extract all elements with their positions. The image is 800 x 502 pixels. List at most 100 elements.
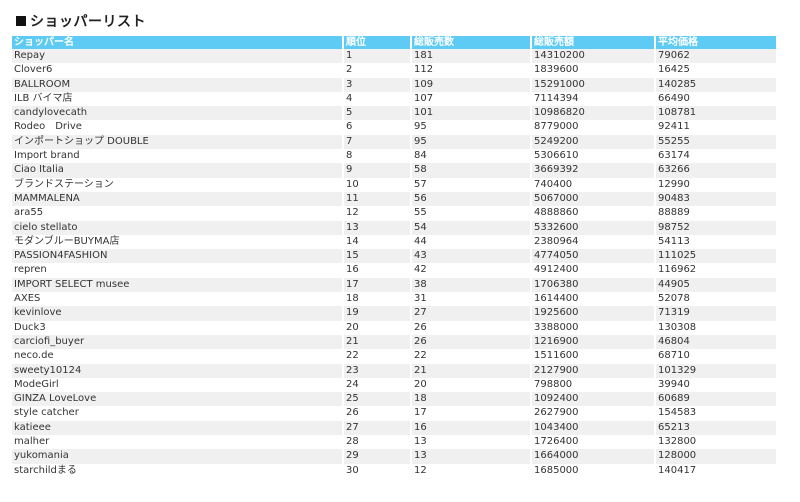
sales-count-cell: 54 [411, 220, 532, 235]
rank-cell: 6 [343, 120, 412, 135]
average-price-cell: 16425 [655, 63, 776, 78]
table-row: BALLROOM 3 109 15291000 140285 [12, 77, 776, 92]
sales-amount-cell: 798800 [531, 377, 656, 393]
table-row: ILB バイマ店 4 107 7114394 66490 [12, 91, 776, 107]
table-row: carciofi_buyer 21 26 1216900 46804 [12, 334, 776, 350]
sales-count-cell: 95 [411, 120, 532, 135]
table-row: malher 28 13 1726400 132800 [12, 435, 776, 450]
header-row: ショッパー名 順位 総販売数 総販売額 平均価格 [12, 36, 776, 49]
sales-count-cell: 18 [411, 392, 532, 407]
average-price-cell: 66490 [655, 91, 776, 107]
sales-amount-cell: 3669392 [531, 163, 656, 178]
sales-count-cell: 44 [411, 234, 532, 250]
average-price-cell: 46804 [655, 334, 776, 350]
table-row: GINZA LoveLove 25 18 1092400 60689 [12, 392, 776, 407]
sales-count-cell: 16 [411, 420, 532, 436]
sales-count-cell: 21 [411, 363, 532, 378]
sales-amount-cell: 14310200 [531, 49, 656, 64]
rank-cell: 19 [343, 306, 412, 321]
table-row: Duck3 20 26 3388000 130308 [12, 320, 776, 335]
sales-amount-cell: 1614400 [531, 292, 656, 307]
shopper-name-cell: starchildまる [12, 463, 344, 478]
rank-cell: 5 [343, 106, 412, 121]
sales-count-cell: 112 [411, 63, 532, 78]
sales-count-cell: 38 [411, 277, 532, 293]
table-row: MAMMALENA 11 56 5067000 90483 [12, 191, 776, 207]
column-header-rank[interactable]: 順位 [343, 36, 412, 49]
average-price-cell: 130308 [655, 320, 776, 335]
sales-amount-cell: 1706380 [531, 277, 656, 293]
column-header-total-sales-amount[interactable]: 総販売額 [531, 36, 656, 49]
table-row: starchildまる 30 12 1685000 140417 [12, 463, 776, 478]
table-row: Import brand 8 84 5306610 63174 [12, 149, 776, 164]
table-row: AXES 18 31 1614400 52078 [12, 292, 776, 307]
sales-amount-cell: 5249200 [531, 134, 656, 150]
sales-count-cell: 181 [411, 49, 532, 64]
shopper-name-cell: AXES [12, 292, 344, 307]
rank-cell: 18 [343, 292, 412, 307]
table-row: Repay 1 181 14310200 79062 [12, 49, 776, 64]
rank-cell: 13 [343, 220, 412, 235]
sales-count-cell: 13 [411, 449, 532, 464]
sales-count-cell: 22 [411, 349, 532, 364]
sales-amount-cell: 1043400 [531, 420, 656, 436]
sales-amount-cell: 1726400 [531, 435, 656, 450]
rank-cell: 23 [343, 363, 412, 378]
shopper-name-cell: carciofi_buyer [12, 334, 344, 350]
sales-amount-cell: 7114394 [531, 91, 656, 107]
table-row: Rodeo Drive 6 95 8779000 92411 [12, 120, 776, 135]
shopper-name-cell: Rodeo Drive [12, 120, 344, 135]
sales-amount-cell: 1092400 [531, 392, 656, 407]
column-header-total-sales-count[interactable]: 総販売数 [411, 36, 532, 49]
column-header-average-price[interactable]: 平均価格 [655, 36, 776, 49]
average-price-cell: 132800 [655, 435, 776, 450]
rank-cell: 11 [343, 191, 412, 207]
average-price-cell: 60689 [655, 392, 776, 407]
sales-count-cell: 26 [411, 334, 532, 350]
sales-count-cell: 17 [411, 406, 532, 421]
shopper-name-cell: ara55 [12, 206, 344, 221]
rank-cell: 7 [343, 134, 412, 150]
shopper-name-cell: sweety10124 [12, 363, 344, 378]
shopper-name-cell: katieee [12, 420, 344, 436]
rank-cell: 14 [343, 234, 412, 250]
rank-cell: 3 [343, 77, 412, 92]
sales-count-cell: 55 [411, 206, 532, 221]
rank-cell: 28 [343, 435, 412, 450]
sales-amount-cell: 4912400 [531, 263, 656, 278]
table-row: Clover6 2 112 1839600 16425 [12, 63, 776, 78]
average-price-cell: 39940 [655, 377, 776, 393]
sales-count-cell: 13 [411, 435, 532, 450]
shopper-table: ショッパー名 順位 総販売数 総販売額 平均価格 Repay 1 181 143102… [12, 36, 776, 478]
column-header-shopper-name[interactable]: ショッパー名 [12, 36, 344, 49]
table-row: インポートショップ DOUBLE 7 95 5249200 55255 [12, 134, 776, 150]
sales-count-cell: 42 [411, 263, 532, 278]
sales-count-cell: 27 [411, 306, 532, 321]
rank-cell: 21 [343, 334, 412, 350]
table-row: PASSION4FASHION 15 43 4774050 111025 [12, 249, 776, 264]
sales-amount-cell: 4888860 [531, 206, 656, 221]
average-price-cell: 108781 [655, 106, 776, 121]
sales-amount-cell: 5067000 [531, 191, 656, 207]
shopper-name-cell: Ciao Italia [12, 163, 344, 178]
sales-amount-cell: 1839600 [531, 63, 656, 78]
average-price-cell: 79062 [655, 49, 776, 64]
rank-cell: 1 [343, 49, 412, 64]
shopper-name-cell: IMPORT SELECT musee [12, 277, 344, 293]
table-row: IMPORT SELECT musee 17 38 1706380 44905 [12, 277, 776, 293]
average-price-cell: 92411 [655, 120, 776, 135]
table-row: yukomania 29 13 1664000 128000 [12, 449, 776, 464]
sales-count-cell: 31 [411, 292, 532, 307]
shopper-name-cell: ModeGirl [12, 377, 344, 393]
shopper-name-cell: Duck3 [12, 320, 344, 335]
table-row: モダンブルーBUYMA店 14 44 2380964 54113 [12, 234, 776, 250]
average-price-cell: 140285 [655, 77, 776, 92]
average-price-cell: 90483 [655, 191, 776, 207]
rank-cell: 10 [343, 177, 412, 192]
rank-cell: 20 [343, 320, 412, 335]
shopper-name-cell: MAMMALENA [12, 191, 344, 207]
table-row: kevinlove 19 27 1925600 71319 [12, 306, 776, 321]
average-price-cell: 128000 [655, 449, 776, 464]
sales-amount-cell: 10986820 [531, 106, 656, 121]
sales-amount-cell: 3388000 [531, 320, 656, 335]
